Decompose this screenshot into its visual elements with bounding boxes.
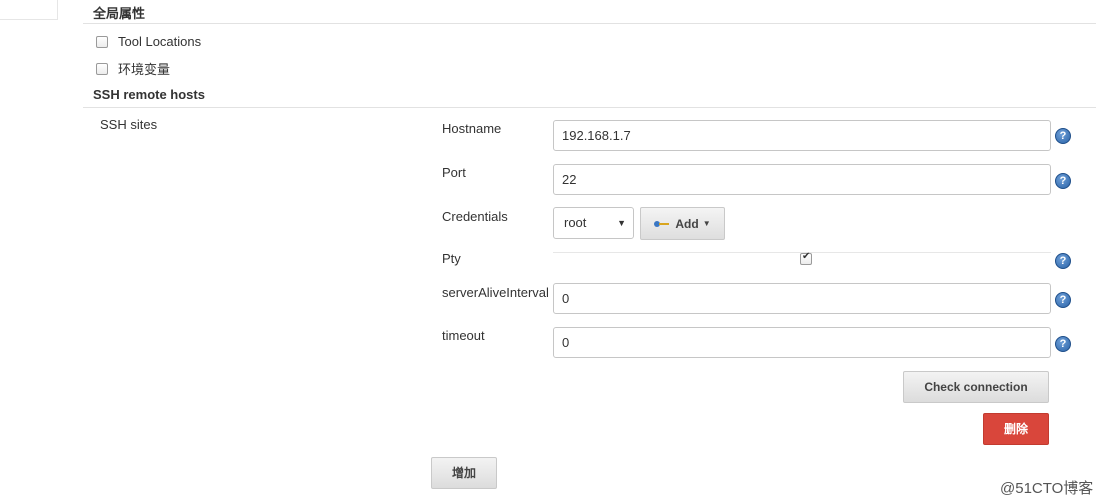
tool-locations-checkbox[interactable] [96, 35, 108, 48]
server-alive-interval-input[interactable]: 0 [553, 283, 1051, 314]
watermark: @51CTO博客 [1000, 480, 1094, 497]
check-connection-button[interactable]: Check connection [903, 371, 1049, 403]
credentials-select[interactable]: root ▼ [553, 207, 634, 239]
hostname-help-icon[interactable]: ? [1055, 128, 1071, 144]
global-properties-title: 全局属性 [93, 6, 146, 21]
pty-help-icon[interactable]: ? [1055, 253, 1071, 269]
credentials-label: Credentials [442, 209, 508, 224]
tool-locations-row[interactable]: Tool Locations [96, 34, 201, 49]
add-site-button[interactable]: 增加 [431, 457, 497, 489]
env-vars-checkbox[interactable] [96, 62, 108, 75]
pty-checkbox[interactable] [800, 251, 812, 265]
ssh-remote-hosts-title: SSH remote hosts [93, 87, 205, 102]
key-icon [654, 219, 670, 229]
timeout-help-icon[interactable]: ? [1055, 336, 1071, 352]
timeout-label: timeout [442, 328, 485, 343]
delete-button[interactable]: 删除 [983, 413, 1049, 445]
add-credentials-label: Add [675, 216, 699, 231]
tool-locations-label: Tool Locations [118, 34, 202, 49]
env-vars-label: 环境变量 [118, 62, 171, 77]
add-credentials-button[interactable]: Add ▼ [640, 207, 725, 240]
port-help-icon[interactable]: ? [1055, 173, 1071, 189]
caret-down-icon: ▼ [702, 219, 711, 228]
timeout-input[interactable]: 0 [553, 327, 1051, 358]
port-input[interactable]: 22 [553, 164, 1051, 195]
hostname-input[interactable]: 192.168.1.7 [553, 120, 1051, 151]
port-label: Port [442, 165, 466, 180]
side-panel-edge [0, 0, 58, 20]
server-alive-interval-label: serverAliveInterval [442, 285, 549, 300]
server-alive-help-icon[interactable]: ? [1055, 292, 1071, 308]
global-properties-divider [83, 23, 1096, 24]
ssh-remote-hosts-divider [83, 107, 1096, 108]
credentials-selected-value: root [564, 215, 587, 230]
hostname-label: Hostname [442, 121, 502, 136]
env-vars-row[interactable]: 环境变量 [96, 59, 170, 78]
pty-label: Pty [442, 251, 461, 266]
select-arrow-icon: ▼ [617, 218, 626, 228]
ssh-sites-label: SSH sites [100, 117, 158, 132]
